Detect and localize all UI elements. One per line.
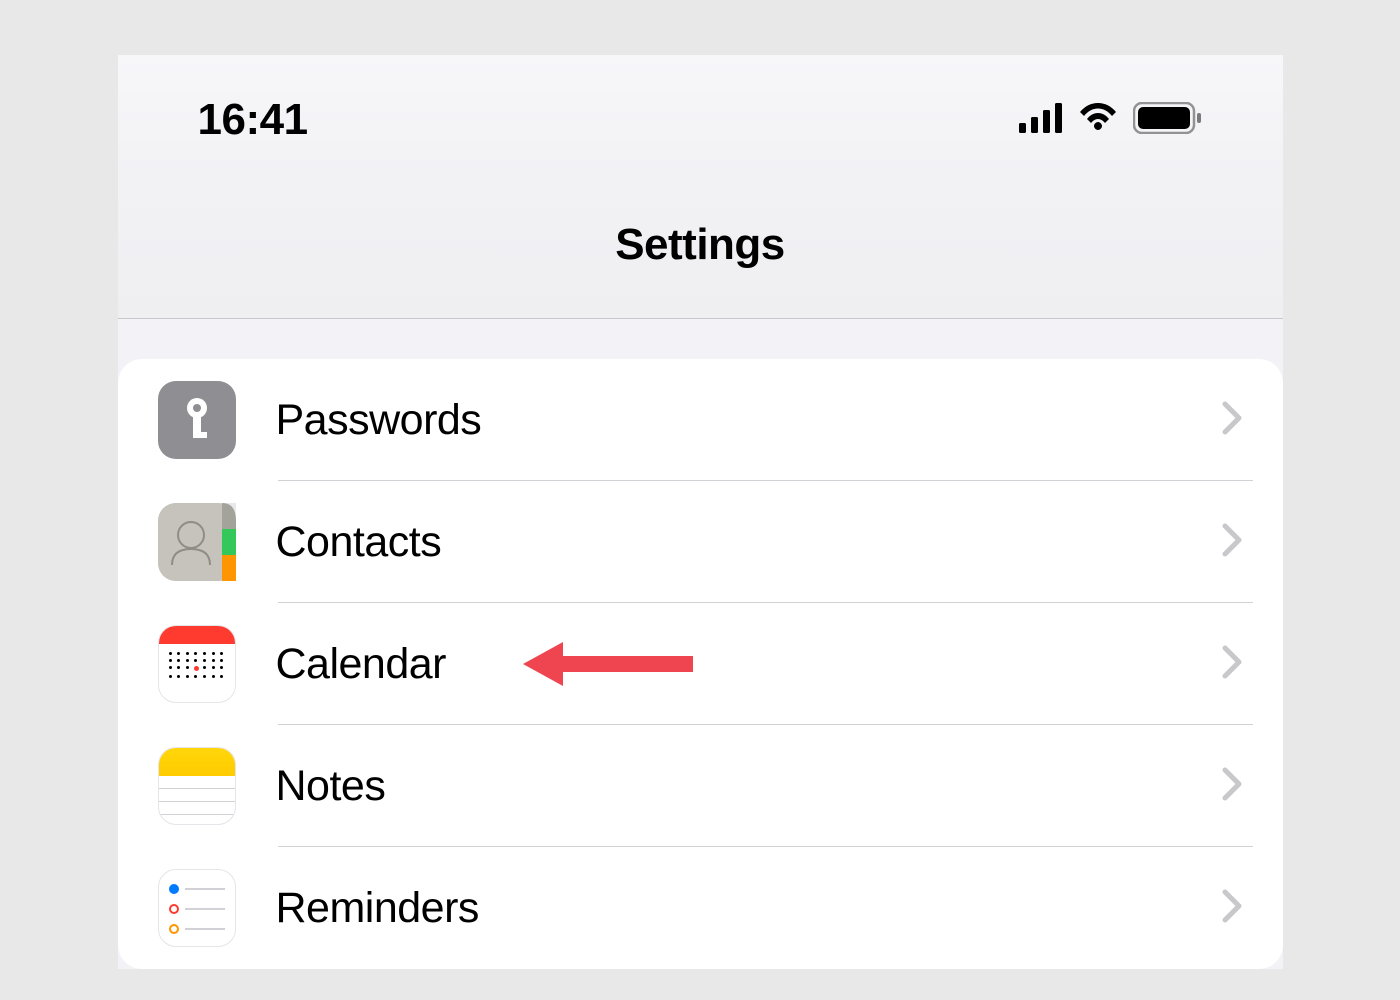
settings-row-reminders[interactable]: Reminders xyxy=(118,847,1283,969)
row-label: Contacts xyxy=(276,518,1221,567)
content-area: Passwords xyxy=(118,319,1283,969)
settings-row-passwords[interactable]: Passwords xyxy=(118,359,1283,481)
status-icons xyxy=(1019,102,1203,139)
arrow-annotation xyxy=(523,636,693,692)
settings-row-calendar[interactable]: Calendar xyxy=(118,603,1283,725)
notes-icon xyxy=(158,747,236,825)
chevron-right-icon xyxy=(1221,766,1243,807)
contacts-icon xyxy=(158,503,236,581)
chevron-right-icon xyxy=(1221,644,1243,685)
nav-header: Settings xyxy=(118,175,1283,319)
settings-list-group: Passwords xyxy=(118,359,1283,969)
cellular-icon xyxy=(1019,103,1063,138)
wifi-icon xyxy=(1077,103,1119,138)
row-label: Passwords xyxy=(276,396,1221,445)
chevron-right-icon xyxy=(1221,400,1243,441)
status-bar: 16:41 xyxy=(118,55,1283,175)
row-label: Notes xyxy=(276,762,1221,811)
battery-icon xyxy=(1133,102,1203,139)
chevron-right-icon xyxy=(1221,888,1243,929)
settings-row-contacts[interactable]: Contacts xyxy=(118,481,1283,603)
settings-row-notes[interactable]: Notes xyxy=(118,725,1283,847)
row-label: Reminders xyxy=(276,884,1221,933)
device-frame: 16:41 xyxy=(118,55,1283,969)
passwords-icon xyxy=(158,381,236,459)
row-label: Calendar xyxy=(276,640,1221,689)
calendar-icon xyxy=(158,625,236,703)
chevron-right-icon xyxy=(1221,522,1243,563)
reminders-icon xyxy=(158,869,236,947)
status-time: 16:41 xyxy=(198,95,308,145)
page-title: Settings xyxy=(118,220,1283,270)
